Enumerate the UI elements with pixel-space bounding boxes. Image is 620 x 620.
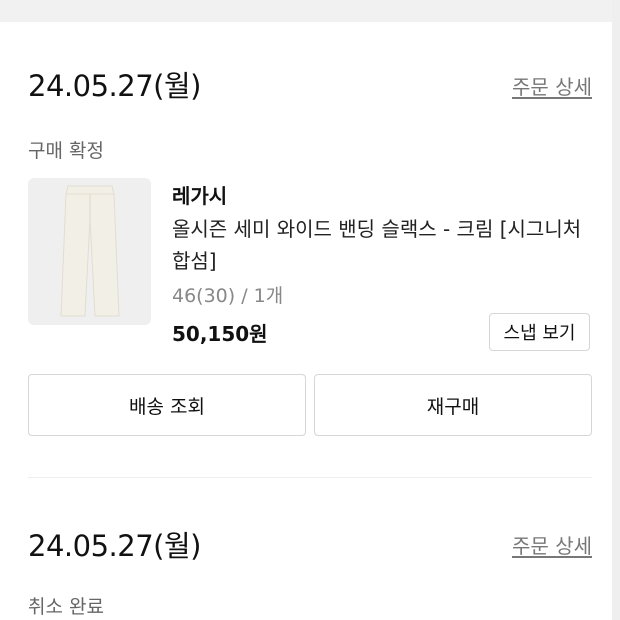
- order-status: 구매 확정: [28, 140, 104, 162]
- order-detail-link[interactable]: 주문 상세: [512, 530, 592, 559]
- section-divider: [28, 477, 592, 478]
- snap-view-button[interactable]: 스냅 보기: [489, 313, 590, 351]
- order-status: 취소 완료: [28, 596, 104, 618]
- product-price: 50,150원: [172, 322, 268, 346]
- product-thumbnail[interactable]: [28, 178, 151, 325]
- product-option: 46(30) / 1개: [172, 285, 284, 307]
- product-brand[interactable]: 레가시: [172, 180, 227, 209]
- delivery-tracking-button[interactable]: 배송 조회: [28, 374, 306, 436]
- top-band: [0, 0, 620, 22]
- product-name[interactable]: 올시즌 세미 와이드 밴딩 슬랙스 - 크림 [시그니처 합섬]: [172, 213, 582, 277]
- pants-icon: [60, 185, 120, 317]
- order-date: 24.05.27(월): [28, 69, 201, 103]
- order-date: 24.05.27(월): [28, 529, 201, 563]
- order-detail-link[interactable]: 주문 상세: [512, 71, 592, 100]
- scrollbar-track[interactable]: [612, 0, 620, 620]
- reorder-button[interactable]: 재구매: [314, 374, 592, 436]
